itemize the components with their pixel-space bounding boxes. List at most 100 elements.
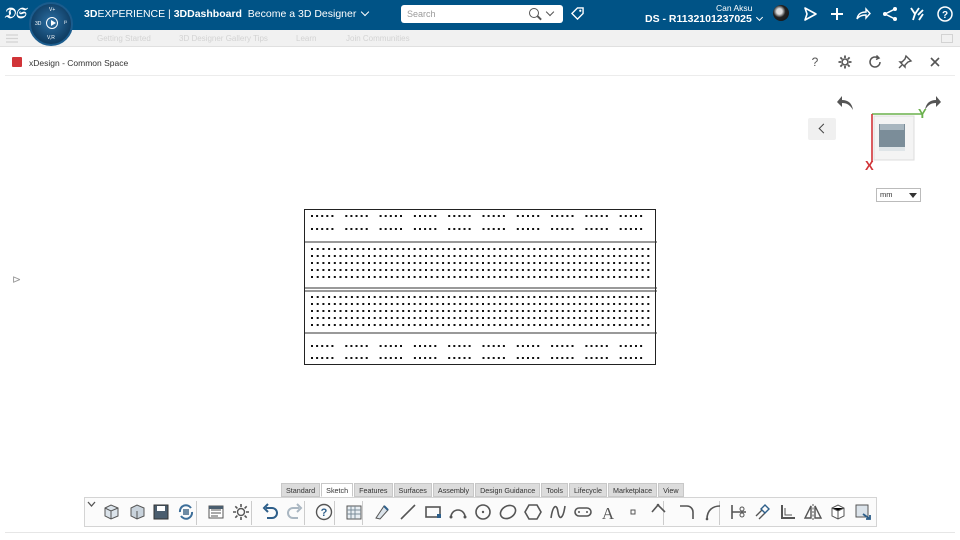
tab-join-communities[interactable]: Join Communities [346, 34, 410, 43]
tab-standard[interactable]: Standard [281, 483, 321, 497]
hole [624, 276, 627, 278]
refresh-icon[interactable] [867, 54, 883, 70]
collapse-toolbar-icon[interactable] [87, 500, 96, 508]
hole [394, 215, 397, 217]
gear-icon[interactable] [837, 54, 853, 70]
pin-icon[interactable] [897, 54, 913, 70]
ellipse-icon[interactable] [498, 502, 518, 522]
exit-sketch-icon[interactable] [853, 502, 873, 522]
hole [556, 228, 559, 230]
hole [624, 317, 627, 319]
arc-icon[interactable] [448, 502, 468, 522]
tab-marketplace[interactable]: Marketplace [607, 483, 658, 497]
tenant-selector[interactable]: DS - R1132101237025 [645, 13, 763, 25]
add-icon[interactable] [829, 6, 845, 22]
apps-icon[interactable] [909, 6, 925, 22]
save-icon[interactable] [151, 502, 171, 522]
hole [384, 215, 387, 217]
hole [607, 262, 610, 264]
refresh-share-icon[interactable] [176, 502, 196, 522]
convert-entities-icon[interactable] [778, 502, 798, 522]
compass-widget[interactable]: V+ 3D i³ V,R [29, 2, 73, 46]
help-icon[interactable]: ? [314, 502, 334, 522]
new-part-icon[interactable] [101, 502, 121, 522]
conic-icon[interactable] [703, 502, 723, 522]
help-icon[interactable]: ? [937, 6, 953, 22]
share-icon[interactable] [802, 6, 818, 22]
hole [468, 215, 471, 217]
menu-icon[interactable] [6, 34, 18, 43]
circle-icon[interactable] [473, 502, 493, 522]
tab-getting-started[interactable]: Getting Started [97, 34, 151, 43]
hole [607, 317, 610, 319]
3ds-logo[interactable]: 𝔇𝔖 [4, 4, 26, 24]
tab-design-guidance[interactable]: Design Guidance [475, 483, 541, 497]
units-select[interactable]: mm [876, 188, 921, 202]
window-icon[interactable] [941, 34, 953, 43]
tab-lifecycle[interactable]: Lifecycle [568, 483, 607, 497]
tab-tools[interactable]: Tools [541, 483, 568, 497]
hole [539, 303, 541, 305]
hole [510, 248, 513, 250]
avatar[interactable] [773, 5, 789, 21]
point-icon[interactable] [623, 502, 643, 522]
help-button[interactable]: ? [807, 54, 823, 70]
hole [537, 357, 540, 359]
hole [316, 345, 319, 347]
slot-icon[interactable] [573, 502, 593, 522]
text-icon[interactable]: A [598, 502, 618, 522]
network-icon[interactable] [882, 6, 898, 22]
hole [350, 310, 353, 312]
search-options-icon[interactable] [545, 7, 555, 17]
forward-icon[interactable] [855, 6, 871, 22]
properties-icon[interactable] [206, 502, 226, 522]
tab-features[interactable]: Features [354, 483, 393, 497]
offset-icon[interactable] [753, 502, 773, 522]
construction-icon[interactable] [648, 502, 668, 522]
tab-learn[interactable]: Learn [296, 34, 316, 43]
rectangle-icon[interactable] [423, 502, 443, 522]
hole [556, 248, 559, 250]
tab-gallery-tips[interactable]: 3D Designer Gallery Tips [179, 34, 268, 43]
tab-assembly[interactable]: Assembly [432, 483, 475, 497]
hole [640, 345, 643, 347]
open-icon[interactable] [127, 502, 147, 522]
rotate-left-icon[interactable] [836, 94, 856, 112]
user-name[interactable]: Can Aksu [716, 3, 752, 13]
breadboard-model[interactable] [304, 209, 657, 365]
grid-icon[interactable] [344, 502, 364, 522]
chevron-down-icon[interactable] [361, 7, 370, 17]
sketch-plane-icon[interactable] [828, 502, 848, 522]
hole [448, 357, 451, 359]
search-input[interactable] [401, 5, 521, 23]
expand-tree-icon[interactable]: ⊳ [12, 273, 22, 286]
hole [447, 317, 450, 319]
fillet-icon[interactable] [677, 502, 697, 522]
hole [322, 324, 325, 326]
tag-icon[interactable] [571, 7, 584, 20]
tab-surfaces[interactable]: Surfaces [393, 483, 432, 497]
view-back-button[interactable] [808, 118, 836, 140]
hole [373, 248, 376, 250]
polygon-icon[interactable] [523, 502, 543, 522]
search-icon[interactable] [529, 8, 539, 18]
redo-icon[interactable] [285, 502, 305, 522]
chevron-down-icon[interactable] [755, 13, 763, 22]
hole [630, 248, 633, 250]
trim-icon[interactable] [729, 502, 749, 522]
undo-icon[interactable] [260, 502, 280, 522]
close-icon[interactable] [927, 54, 943, 70]
mirror-icon[interactable] [803, 502, 823, 522]
play-icon[interactable] [46, 17, 58, 29]
tab-sketch[interactable]: Sketch [321, 483, 354, 497]
dashboard-selector[interactable]: Become a 3D Designer [248, 8, 357, 20]
tab-view[interactable]: View [658, 483, 684, 497]
line-icon[interactable] [398, 502, 418, 522]
hole [561, 255, 564, 257]
hole [350, 324, 353, 326]
settings-icon[interactable] [231, 502, 251, 522]
hole [544, 255, 547, 257]
hole [584, 296, 587, 298]
spline-icon[interactable] [548, 502, 568, 522]
smart-dimension-icon[interactable] [372, 502, 392, 522]
